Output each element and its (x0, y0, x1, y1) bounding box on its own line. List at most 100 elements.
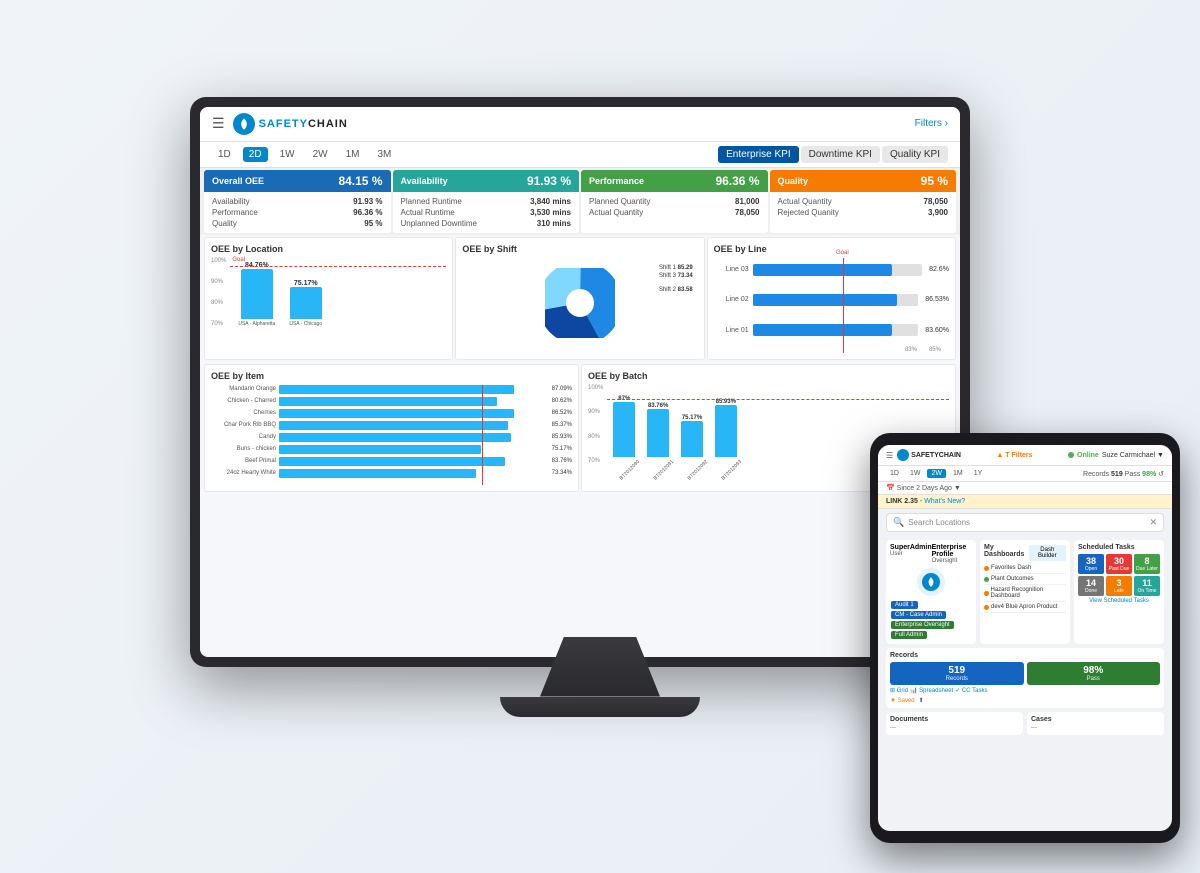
tablet-whats-new[interactable]: What's New? (924, 498, 965, 505)
records-title: Records (890, 652, 1160, 659)
dash-item-2[interactable]: Plant Outcomes (984, 574, 1066, 585)
chart-batch-title: OEE by Batch (588, 371, 949, 381)
time-btn-2d[interactable]: 2D (243, 147, 268, 162)
tablet-search-box: 🔍 Search Locations ✕ (886, 513, 1164, 532)
records-count-card: 519 Records (890, 662, 1024, 685)
time-btn-1w[interactable]: 1W (274, 147, 301, 162)
kpi-oee-title: Overall OEE (212, 176, 264, 186)
dash-dot-1 (984, 566, 989, 571)
tablet-container: ☰ SAFETYCHAIN ▲ T Filters Online Suze Ca… (870, 433, 1180, 843)
kpi-qual-header: Quality 95 % (770, 170, 957, 192)
chart-oee-location: OEE by Location 100% 90% 80% 70% (204, 237, 453, 360)
logo-text: SAFETYCHAIN (259, 118, 348, 130)
line-bars: Line 0382.6% Line 0286.53% Line 0183.60% (714, 258, 949, 343)
kpi-tab-quality[interactable]: Quality KPI (882, 146, 948, 163)
tablet-frame: ☰ SAFETYCHAIN ▲ T Filters Online Suze Ca… (870, 433, 1180, 843)
tablet-dashboards-section: My Dashboards Dash Builder Favorites Das… (980, 540, 1070, 644)
tablet-time-1w[interactable]: 1W (906, 469, 925, 478)
hamburger-icon[interactable]: ☰ (212, 115, 225, 132)
cases-title: Cases (1031, 716, 1160, 723)
tablet-time-1y[interactable]: 1Y (970, 469, 987, 478)
records-number: 519 (893, 665, 1021, 676)
logo: SAFETYCHAIN (233, 113, 348, 135)
documents-section: Documents — (886, 712, 1023, 735)
sched-open: 38Open (1078, 554, 1104, 574)
search-icon: 🔍 (893, 517, 904, 528)
cases-section: Cases — (1027, 712, 1164, 735)
filters-button[interactable]: Filters › (915, 118, 948, 129)
kpi-perf-title: Performance (589, 176, 644, 186)
grid-action[interactable]: ⊞ Grid (890, 687, 908, 694)
kpi-qual-value: 95 % (921, 174, 948, 188)
kpi-avail-value: 91.93 % (527, 174, 571, 188)
kpi-card-oee: Overall OEE 84.15 % Availability91.93 % … (204, 170, 391, 233)
time-btn-1d[interactable]: 1D (212, 147, 237, 162)
chart-shift-title: OEE by Shift (462, 244, 697, 254)
documents-title: Documents (890, 716, 1019, 723)
dash-item-3[interactable]: Hazard Recognition Dashboard (984, 585, 1066, 602)
kpi-oee-details: Availability91.93 % Performance96.36 % Q… (204, 192, 391, 233)
dash-item-4[interactable]: dev4 Blue Apron Product (984, 602, 1066, 613)
tablet-scheduled-section: Scheduled Tasks 38Open 30Past Due 8Due L… (1074, 540, 1164, 644)
records-label: Records (893, 676, 1021, 682)
kpi-tab-enterprise[interactable]: Enterprise KPI (718, 146, 798, 163)
records-pass-card: 98% Pass (1027, 662, 1161, 685)
header-right: Filters › (915, 118, 948, 129)
dash-dot-3 (984, 591, 989, 596)
tablet-link-banner: LINK 2.35 - What's New? (878, 495, 1172, 509)
time-btn-2w[interactable]: 2W (307, 147, 334, 162)
dash-dot-2 (984, 577, 989, 582)
tablet-time-2w[interactable]: 2W (927, 469, 946, 478)
tablet-logo-text: SAFETYCHAIN (911, 452, 961, 459)
tablet-screen: ☰ SAFETYCHAIN ▲ T Filters Online Suze Ca… (878, 445, 1172, 831)
profile-role: SuperAdmin (890, 544, 932, 551)
dash-item-1[interactable]: Favorites Dash (984, 563, 1066, 574)
dashboard-list: Favorites Dash Plant Outcomes Hazard Rec… (984, 563, 1066, 613)
tablet-time-1m[interactable]: 1M (949, 469, 967, 478)
monitor-frame: ☰ SAFETYCHAIN Filters › 1D 2D (190, 97, 970, 667)
dash-label-3: Hazard Recognition Dashboard (991, 587, 1066, 599)
time-btn-3m[interactable]: 3M (372, 147, 398, 162)
records-cards: 519 Records 98% Pass (890, 662, 1160, 685)
spreadsheet-action[interactable]: 📊 Spreadsheet (910, 687, 953, 694)
tablet-link-version: LINK 2.35 (886, 498, 918, 505)
record-actions: ⊞ Grid 📊 Spreadsheet ✓ CC Tasks (890, 687, 1160, 694)
dash-dot-4 (984, 605, 989, 610)
sched-late: 3Late (1106, 576, 1132, 596)
chart-item-title: OEE by Item (211, 371, 572, 381)
sched-grid: 38Open 30Past Due 8Due Later 14Done 3Lat (1078, 554, 1160, 596)
charts-row-1: OEE by Location 100% 90% 80% 70% (200, 235, 960, 362)
chart-oee-item: OEE by Item Mandarin Orange87.09% Chicke… (204, 364, 579, 492)
kpi-avail-title: Availability (401, 176, 448, 186)
kpi-perf-details: Planned Quantity81,000 Actual Quantity78… (581, 192, 768, 222)
dash-builder-btn[interactable]: Dash Builder (1029, 545, 1066, 561)
badge-audit: Audit 1 (891, 601, 918, 609)
kpi-qual-details: Actual Quantity78,050 Rejected Quanity3,… (770, 192, 957, 222)
kpi-perf-header: Performance 96.36 % (581, 170, 768, 192)
kpi-tab-downtime[interactable]: Downtime KPI (801, 146, 880, 163)
doc-case-row: Documents — Cases — (878, 712, 1172, 739)
saved-icon: ▼ Saved (890, 698, 915, 704)
search-clear-icon[interactable]: ✕ (1149, 517, 1157, 528)
view-scheduled-link[interactable]: View Scheduled Tasks (1078, 598, 1160, 604)
tablet-user: Suze Carmichael ▼ (1102, 452, 1164, 459)
profile-badges: Audit 1 CM - Case Admin Enterprise Overs… (890, 600, 972, 640)
tablet-time-1d[interactable]: 1D (886, 469, 903, 478)
tablet-header: ☰ SAFETYCHAIN ▲ T Filters Online Suze Ca… (878, 445, 1172, 466)
header-left: ☰ SAFETYCHAIN (212, 113, 348, 135)
chart-oee-line: OEE by Line Goal Line 0382.6% Line 0286.… (707, 237, 956, 360)
tablet-profile-section: SuperAdmin User Enterprise Profile Overs… (886, 540, 976, 644)
chart-line-title: OEE by Line (714, 244, 949, 254)
app-header: ☰ SAFETYCHAIN Filters › (200, 107, 960, 142)
sched-past-due: 30Past Due (1106, 554, 1132, 574)
kpi-row: Overall OEE 84.15 % Availability91.93 % … (200, 168, 960, 235)
sched-due-later: 8Due Later (1134, 554, 1160, 574)
tasks-action[interactable]: ✓ CC Tasks (955, 687, 987, 694)
search-placeholder[interactable]: Search Locations (908, 518, 1145, 527)
location-bar-chart: 100% 90% 80% 70% Goal (211, 258, 446, 348)
tablet-records-row: Records 519 Records 98% Pass ⊞ Grid (878, 648, 1172, 712)
dash-label-4: dev4 Blue Apron Product (991, 604, 1057, 610)
tablet-timebar: 1D 1W 2W 1M 1Y Records 519 Pass 98% ↺ (878, 466, 1172, 482)
time-btn-1m[interactable]: 1M (340, 147, 366, 162)
dash-label-1: Favorites Dash (991, 565, 1031, 571)
